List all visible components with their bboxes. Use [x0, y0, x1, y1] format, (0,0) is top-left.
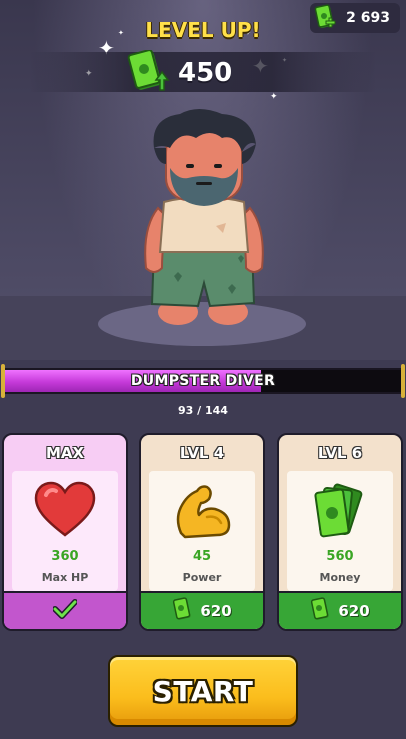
- stat-label: Power: [182, 571, 222, 584]
- cash-stack-icon: [287, 481, 393, 541]
- stat-value: 560: [326, 549, 354, 564]
- upgrade-card-max-hp[interactable]: MAX 360 Max HP: [2, 433, 128, 631]
- character-name: DUMPSTER DIVER: [130, 373, 276, 389]
- sparkle-icon: ✦: [270, 92, 278, 102]
- progress-cap-left: [1, 364, 5, 398]
- xp-progress-bar: DUMPSTER DIVER: [4, 368, 402, 394]
- upgrade-price: 620: [338, 602, 370, 620]
- upgrade-card-power[interactable]: LVL 4 45 Power 620: [139, 433, 265, 631]
- start-button[interactable]: START: [108, 655, 298, 727]
- stat-label: Max HP: [41, 571, 89, 584]
- stat-value: 45: [192, 549, 212, 564]
- cash-icon: [172, 597, 194, 625]
- heart-icon: [12, 481, 118, 537]
- card-panel: 560 Money: [287, 471, 393, 591]
- cash-up-icon: [126, 49, 172, 100]
- flexed-arm-icon: [149, 481, 255, 539]
- upgrade-button[interactable]: 620: [141, 591, 263, 629]
- character-sprite: [140, 108, 270, 337]
- stat-label: Money: [319, 571, 361, 584]
- card-level-label: MAX: [45, 444, 85, 462]
- stat-value: 360: [51, 549, 79, 564]
- page-title: LEVEL UP!: [145, 18, 261, 42]
- progress-section: DUMPSTER DIVER 93 / 144: [0, 360, 406, 426]
- xp-progress-text: 93 / 144: [178, 404, 228, 417]
- progress-cap-right: [401, 364, 405, 398]
- card-level-label: LVL 6: [317, 444, 363, 462]
- card-panel: 360 Max HP: [12, 471, 118, 591]
- reward-amount: 450: [178, 58, 233, 88]
- card-panel: 45 Power: [149, 471, 255, 591]
- maxed-indicator: [4, 591, 126, 629]
- cash-icon: [310, 597, 332, 625]
- upgrade-button[interactable]: 620: [279, 591, 401, 629]
- upgrade-card-money[interactable]: LVL 6 560 Money 620: [277, 433, 403, 631]
- card-level-label: LVL 4: [179, 444, 225, 462]
- upgrade-price: 620: [200, 602, 232, 620]
- checkmark-icon: [52, 599, 78, 623]
